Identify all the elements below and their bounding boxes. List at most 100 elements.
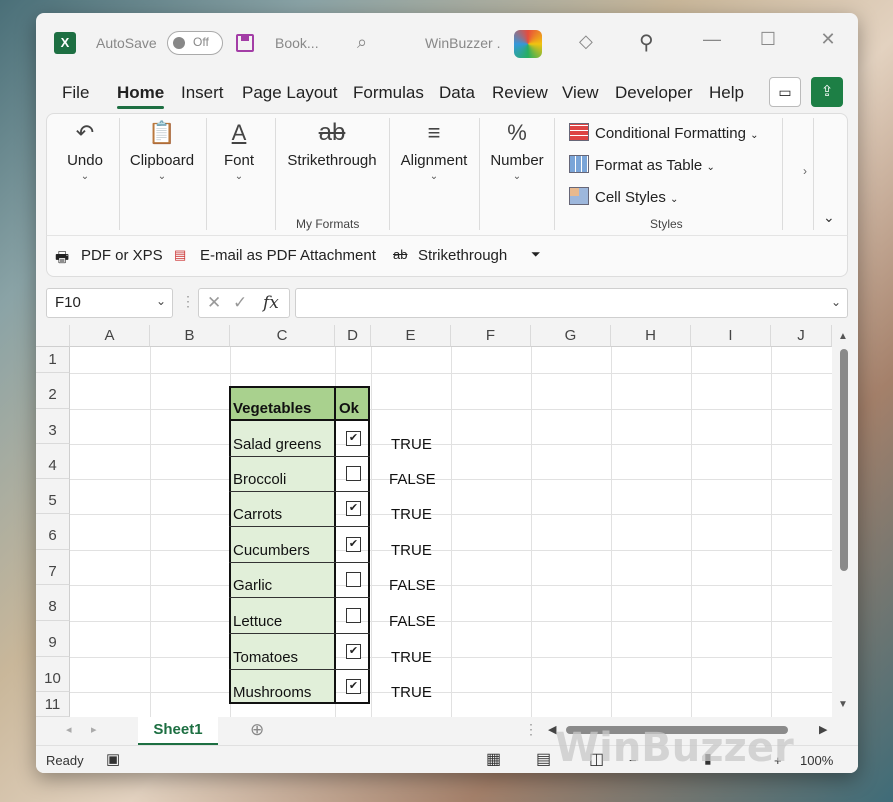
ok-value-cell[interactable]: TRUE	[391, 649, 432, 666]
clipboard-button[interactable]: 📋 Clipboard ⌄	[127, 118, 197, 182]
column-header-i[interactable]: I	[691, 325, 771, 347]
vertical-scroll-thumb[interactable]	[840, 349, 848, 571]
chevron-down-icon[interactable]: ⌄	[156, 294, 166, 308]
ok-value-cell[interactable]: FALSE	[389, 577, 436, 594]
tab-data[interactable]: Data	[439, 83, 475, 103]
name-box[interactable]: F10 ⌄	[46, 288, 173, 318]
email-pdf-button[interactable]: E-mail as PDF Attachment	[200, 247, 376, 264]
page-layout-view-icon[interactable]: ▤	[536, 749, 551, 769]
close-icon[interactable]: ✕	[813, 29, 843, 50]
qat-strikethrough-button[interactable]: Strikethrough	[418, 247, 507, 264]
row-header-3[interactable]: 3	[36, 409, 70, 444]
scroll-right-icon[interactable]: ▶	[819, 723, 827, 736]
row-header-5[interactable]: 5	[36, 479, 70, 514]
enter-icon[interactable]: ✓	[233, 293, 247, 313]
add-sheet-icon[interactable]: ⊕	[250, 720, 264, 740]
comments-button[interactable]: ▭	[769, 77, 801, 107]
expand-formula-bar-icon[interactable]: ⌄	[831, 295, 841, 309]
magic-wand-icon[interactable]: ⚲	[639, 30, 654, 55]
tab-home[interactable]: Home	[117, 83, 165, 109]
scroll-down-icon[interactable]: ▼	[838, 699, 848, 710]
row-header-9[interactable]: 9	[36, 621, 70, 657]
row-header-4[interactable]: 4	[36, 444, 70, 479]
vegetable-cell[interactable]: Cucumbers	[233, 542, 310, 559]
tab-review[interactable]: Review	[492, 83, 548, 103]
scroll-up-icon[interactable]: ▲	[838, 331, 848, 342]
diamond-icon[interactable]: ◇	[579, 31, 593, 52]
ribbon-scroll-right-icon[interactable]: ›	[803, 164, 807, 178]
row-header-8[interactable]: 8	[36, 585, 70, 621]
ok-value-cell[interactable]: FALSE	[389, 471, 436, 488]
accessibility-icon[interactable]: ▣	[106, 750, 120, 768]
minimize-icon[interactable]: —	[697, 29, 727, 50]
checkbox-unchecked[interactable]	[346, 608, 361, 623]
vegetable-cell[interactable]: Salad greens	[233, 436, 321, 453]
worksheet-grid[interactable]: A B C D E F G H I J 1 2 3 4 5 6 7 8 9 10…	[36, 325, 832, 717]
checkbox-checked[interactable]: ✔	[346, 537, 361, 552]
row-header-1[interactable]: 1	[36, 347, 70, 373]
tab-help[interactable]: Help	[709, 83, 744, 103]
ok-value-cell[interactable]: FALSE	[389, 613, 436, 630]
vegetable-cell[interactable]: Carrots	[233, 506, 282, 523]
alignment-button[interactable]: ≡ Alignment ⌄	[397, 118, 471, 182]
number-button[interactable]: % Number ⌄	[487, 118, 547, 182]
checkbox-checked[interactable]: ✔	[346, 501, 361, 516]
winbuzzer-logo-icon[interactable]	[514, 30, 542, 58]
drag-handle-icon[interactable]: ⋮	[181, 293, 195, 310]
share-button[interactable]: ⇪	[811, 77, 843, 107]
column-header-d[interactable]: D	[335, 325, 371, 347]
insert-function-button[interactable]: fx	[263, 293, 279, 313]
checkbox-unchecked[interactable]	[346, 466, 361, 481]
column-header-b[interactable]: B	[150, 325, 230, 347]
row-header-6[interactable]: 6	[36, 514, 70, 550]
pdf-xps-button[interactable]: PDF or XPS	[81, 247, 163, 264]
save-icon[interactable]	[236, 34, 254, 52]
column-header-h[interactable]: H	[611, 325, 691, 347]
drag-handle-icon[interactable]: ⋮	[524, 721, 538, 738]
ok-value-cell[interactable]: TRUE	[391, 506, 432, 523]
checkbox-checked[interactable]: ✔	[346, 431, 361, 446]
tab-formulas[interactable]: Formulas	[353, 83, 424, 103]
vegetable-cell[interactable]: Broccoli	[233, 471, 286, 488]
autosave-toggle[interactable]: Off	[167, 31, 223, 55]
ok-value-cell[interactable]: TRUE	[391, 436, 432, 453]
font-button[interactable]: A Font ⌄	[219, 118, 259, 182]
vegetable-cell[interactable]: Tomatoes	[233, 649, 298, 666]
vertical-scrollbar[interactable]: ▲ ▼	[836, 331, 852, 711]
cell-styles-button[interactable]: Cell Styles ⌄	[569, 187, 678, 206]
checkbox-checked[interactable]: ✔	[346, 679, 361, 694]
cancel-icon[interactable]: ✕	[207, 293, 221, 313]
column-header-e[interactable]: E	[371, 325, 451, 347]
format-as-table-button[interactable]: Format as Table ⌄	[569, 155, 715, 174]
collapse-ribbon-icon[interactable]: ⌄	[823, 209, 835, 226]
checkbox-checked[interactable]: ✔	[346, 644, 361, 659]
row-header-10[interactable]: 10	[36, 657, 70, 692]
undo-button[interactable]: ↶ Undo ⌄	[65, 118, 105, 182]
tab-page-layout[interactable]: Page Layout	[242, 83, 337, 103]
sheet-tab-sheet1[interactable]: Sheet1	[138, 717, 218, 745]
workbook-name[interactable]: Book...	[275, 35, 319, 51]
column-header-a[interactable]: A	[70, 325, 150, 347]
tab-insert[interactable]: Insert	[181, 83, 224, 103]
row-header-7[interactable]: 7	[36, 550, 70, 585]
select-all-corner[interactable]	[36, 325, 70, 347]
header-ok[interactable]: Ok	[339, 400, 359, 417]
zoom-level[interactable]: 100%	[800, 753, 833, 768]
customize-qat-icon[interactable]: ⏷	[531, 247, 541, 262]
row-header-11[interactable]: 11	[36, 692, 70, 717]
normal-view-icon[interactable]: ▦	[486, 749, 501, 769]
vegetable-cell[interactable]: Garlic	[233, 577, 272, 594]
next-sheet-icon[interactable]: ▸	[91, 723, 97, 736]
prev-sheet-icon[interactable]: ◂	[66, 723, 72, 736]
ok-value-cell[interactable]: TRUE	[391, 542, 432, 559]
column-header-f[interactable]: F	[451, 325, 531, 347]
column-header-j[interactable]: J	[771, 325, 832, 347]
search-icon[interactable]: ⌕	[357, 32, 367, 53]
column-header-g[interactable]: G	[531, 325, 611, 347]
strikethrough-button[interactable]: ab Strikethrough	[285, 118, 379, 169]
vegetable-cell[interactable]: Mushrooms	[233, 684, 311, 701]
tab-view[interactable]: View	[562, 83, 599, 103]
tab-file[interactable]: File	[62, 83, 89, 103]
row-header-2[interactable]: 2	[36, 373, 70, 409]
column-header-c[interactable]: C	[230, 325, 335, 347]
